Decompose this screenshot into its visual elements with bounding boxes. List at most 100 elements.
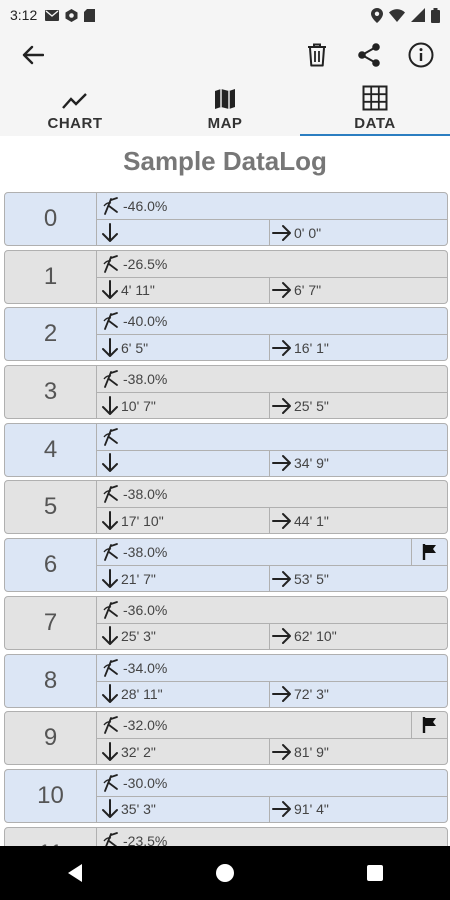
tab-bar: CHART MAP DATA (0, 80, 450, 136)
notification-icons (45, 8, 96, 22)
tab-chart[interactable]: CHART (0, 80, 150, 136)
sd-card-icon (84, 8, 96, 22)
depth-value: 25' 3" (121, 628, 156, 645)
flag-marker[interactable] (411, 539, 447, 566)
table-row[interactable]: 4 34' 9" (4, 422, 448, 477)
row-distance-line: 17' 10" 44' 1" (97, 508, 447, 534)
row-body: -46.0% 0' 0" (97, 193, 447, 245)
share-button[interactable] (352, 38, 386, 72)
nav-home-button[interactable] (205, 853, 245, 893)
row-distance-line: 4' 11" 6' 7" (97, 277, 447, 303)
row-index: 7 (5, 596, 97, 649)
status-time: 3:12 (10, 7, 38, 23)
arrow-down-icon (102, 626, 118, 646)
row-distance-line: 6' 5" 16' 1" (97, 335, 447, 361)
distance-cell: 81' 9" (269, 739, 447, 765)
delete-button[interactable] (300, 38, 334, 72)
slope-percent: -38.0% (123, 371, 168, 388)
row-slope-line: -38.0% (97, 539, 447, 567)
distance-value: 62' 10" (294, 628, 337, 645)
table-row[interactable]: 2 -40.0% 6' 5" 16' 1" (4, 307, 448, 362)
slope-angle-icon (103, 485, 118, 504)
system-navigation-bar (0, 846, 450, 900)
nav-back-button[interactable] (55, 853, 95, 893)
depth-cell (97, 220, 269, 245)
arrow-down-icon (102, 510, 118, 530)
depth-value: 4' 11" (121, 282, 155, 299)
nav-recents-button[interactable] (355, 853, 395, 893)
arrow-right-icon (272, 455, 291, 472)
depth-cell: 17' 10" (97, 508, 269, 533)
signal-icon (411, 8, 425, 22)
arrow-down-icon (102, 280, 118, 300)
distance-value: 91' 4" (294, 801, 329, 818)
back-button[interactable] (18, 40, 48, 70)
table-row[interactable]: 8 -34.0% 28' 11" 72' 3" (4, 653, 448, 708)
row-index: 2 (5, 308, 97, 361)
distance-value: 44' 1" (294, 512, 329, 529)
table-row[interactable]: 5 -38.0% 17' 10" 44' 1" (4, 480, 448, 535)
row-index: 3 (5, 366, 97, 419)
row-body: -38.0% 21' 7" 53' 5" (97, 539, 447, 592)
table-row[interactable]: 6 -38.0% 21' 7" 53' 5" (4, 538, 448, 593)
trash-icon (308, 43, 326, 67)
table-row[interactable]: 1 -26.5% 4' 11" 6' 7" (4, 249, 448, 304)
row-slope-line (97, 424, 447, 451)
table-row[interactable]: 11 -23.5% (4, 826, 448, 846)
slope-angle-icon (103, 716, 118, 735)
distance-cell: 0' 0" (269, 220, 447, 245)
arrow-right-icon (272, 628, 291, 645)
slope-percent: -23.5% (123, 832, 168, 846)
tab-map[interactable]: MAP (150, 80, 300, 136)
table-row[interactable]: 0 -46.0% 0' 0" (4, 192, 448, 246)
distance-value: 81' 9" (294, 743, 329, 760)
arrow-right-icon (272, 339, 291, 356)
arrow-right-icon (272, 397, 291, 414)
depth-cell: 6' 5" (97, 335, 269, 360)
data-log-list[interactable]: 0 -46.0% 0' 0" 1 -26.5% 4' 11" 6' 7" 2 -40.0% 6' … (4, 192, 448, 846)
row-slope-line: -36.0% (97, 597, 447, 624)
row-distance-line: 28' 11" 72' 3" (97, 681, 447, 707)
tab-data[interactable]: DATA (300, 80, 450, 136)
location-icon (371, 7, 383, 23)
depth-cell: 32' 2" (97, 739, 269, 764)
row-body: -34.0% 28' 11" 72' 3" (97, 655, 447, 707)
distance-cell: 34' 9" (269, 450, 447, 476)
distance-cell: 6' 7" (269, 277, 447, 303)
share-icon (358, 43, 380, 67)
map-icon (215, 89, 235, 109)
row-body: -32.0% 32' 2" 81' 9" (97, 712, 447, 765)
info-button[interactable] (404, 38, 438, 72)
slope-percent: -40.0% (123, 313, 168, 330)
distance-cell: 25' 5" (269, 393, 447, 419)
table-row[interactable]: 7 -36.0% 25' 3" 62' 10" (4, 595, 448, 650)
arrow-down-icon (102, 337, 118, 357)
depth-cell: 28' 11" (97, 682, 269, 707)
battery-icon (431, 7, 440, 23)
arrow-right-icon (272, 570, 291, 587)
row-body: -38.0% 10' 7" 25' 5" (97, 366, 447, 419)
distance-value: 16' 1" (294, 339, 329, 356)
slope-percent: -26.5% (123, 255, 168, 272)
flag-icon (422, 544, 436, 561)
tab-chart-label: CHART (47, 115, 103, 132)
triangle-back-icon (68, 864, 82, 882)
arrow-right-icon (272, 743, 291, 760)
slope-angle-icon (103, 427, 118, 446)
depth-cell: 4' 11" (97, 278, 269, 303)
table-row[interactable]: 10 -30.0% 35' 3" 91' 4" (4, 768, 448, 823)
slope-percent: -32.0% (123, 717, 168, 734)
toolbar-actions (300, 38, 438, 72)
row-index: 10 (5, 769, 97, 822)
slope-percent: -34.0% (123, 659, 168, 676)
row-index: 5 (5, 481, 97, 534)
distance-value: 72' 3" (294, 686, 329, 702)
table-row[interactable]: 9 -32.0% 32' 2" 81' 9" (4, 711, 448, 766)
row-slope-line: -23.5% (97, 828, 447, 846)
row-distance-line: 0' 0" (97, 220, 447, 245)
flag-marker[interactable] (411, 712, 447, 739)
row-distance-line: 25' 3" 62' 10" (97, 623, 447, 649)
depth-cell: 25' 3" (97, 624, 269, 649)
row-body: -30.0% 35' 3" 91' 4" (97, 770, 447, 822)
table-row[interactable]: 3 -38.0% 10' 7" 25' 5" (4, 365, 448, 420)
